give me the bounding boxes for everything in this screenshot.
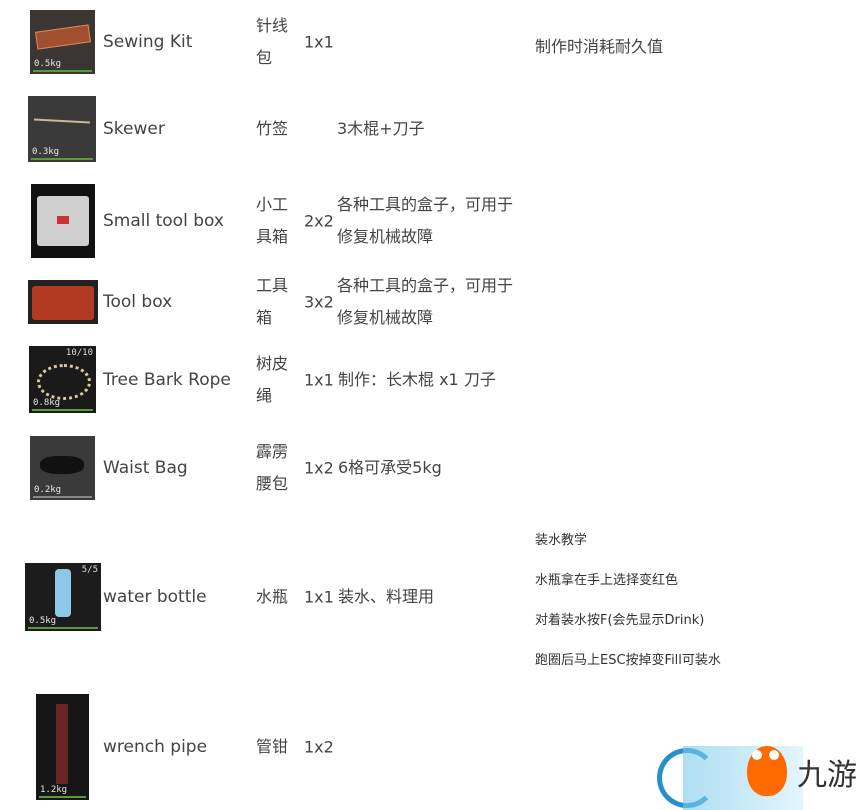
item-size: 1x1	[304, 587, 334, 607]
item-desc: 3木棍+刀子	[337, 119, 425, 138]
item-name: Skewer	[103, 119, 165, 139]
item-note: 跑圈后马上ESC按掉变Fill可装水	[535, 653, 721, 668]
item-desc: 各种工具的盒子，可用于修复机械故障	[337, 195, 514, 246]
item-note: 水瓶拿在手上选择变红色	[535, 573, 679, 588]
water-bottle-image: 5/5 0.5kg	[25, 563, 101, 631]
item-name: water bottle	[103, 587, 207, 607]
item-cn-name: 竹签	[256, 119, 289, 138]
item-size: 1x2	[304, 737, 334, 757]
item-cn-name: 工具箱	[256, 276, 289, 327]
tree-bark-rope-image: 10/10 0.8kg	[29, 346, 96, 413]
item-cn-name: 水瓶	[256, 587, 289, 606]
item-note: 制作时消耗耐久值	[535, 37, 664, 56]
weight-label: 1.2kg	[40, 785, 68, 795]
item-size: 1x1	[304, 370, 334, 390]
skewer-image: 0.3kg	[28, 96, 96, 162]
small-tool-box-image	[31, 184, 95, 258]
waist-bag-image: 0.2kg	[30, 436, 95, 500]
count-label: 10/10	[65, 348, 93, 358]
item-cn-name: 针线包	[256, 16, 289, 67]
item-size: 2x2	[304, 211, 334, 231]
weight-label: 0.5kg	[34, 59, 62, 69]
wrench-pipe-image: 1.2kg	[36, 694, 89, 800]
count-label: 5/5	[81, 565, 98, 575]
item-cn-name: 霹雳腰包	[256, 442, 289, 493]
weight-label: 0.2kg	[34, 485, 62, 495]
item-name: wrench pipe	[103, 737, 208, 757]
item-note: 装水教学	[535, 533, 588, 548]
item-size: 1x1	[304, 32, 334, 52]
item-desc: 各种工具的盒子，可用于修复机械故障	[337, 276, 514, 327]
weight-label: 0.8kg	[33, 398, 61, 408]
item-name: Sewing Kit	[103, 32, 193, 52]
item-desc: 制作：长木棍 x1 刀子	[338, 370, 496, 389]
item-name: Waist Bag	[103, 458, 188, 478]
item-name: Tool box	[103, 292, 173, 312]
watermark-text: 九游	[797, 758, 857, 793]
item-desc: 6格可承受5kg	[338, 458, 442, 477]
item-cn-name: 管钳	[256, 737, 289, 756]
item-name: Tree Bark Rope	[103, 370, 231, 390]
item-note: 对着装水按F(会先显示Drink)	[535, 613, 705, 628]
sewing-kit-image: 0.5kg	[30, 10, 95, 74]
tool-box-image	[28, 280, 98, 324]
weight-label: 0.5kg	[29, 616, 57, 626]
item-cn-name: 树皮绳	[256, 354, 289, 405]
weight-label: 0.3kg	[32, 147, 60, 157]
item-desc: 装水、料理用	[338, 587, 435, 606]
jiuyou-watermark-logo: 九游	[655, 742, 859, 810]
item-size: 1x2	[304, 458, 334, 478]
item-size: 3x2	[304, 292, 334, 312]
item-name: Small tool box	[103, 211, 224, 231]
item-cn-name: 小工具箱	[256, 195, 289, 246]
